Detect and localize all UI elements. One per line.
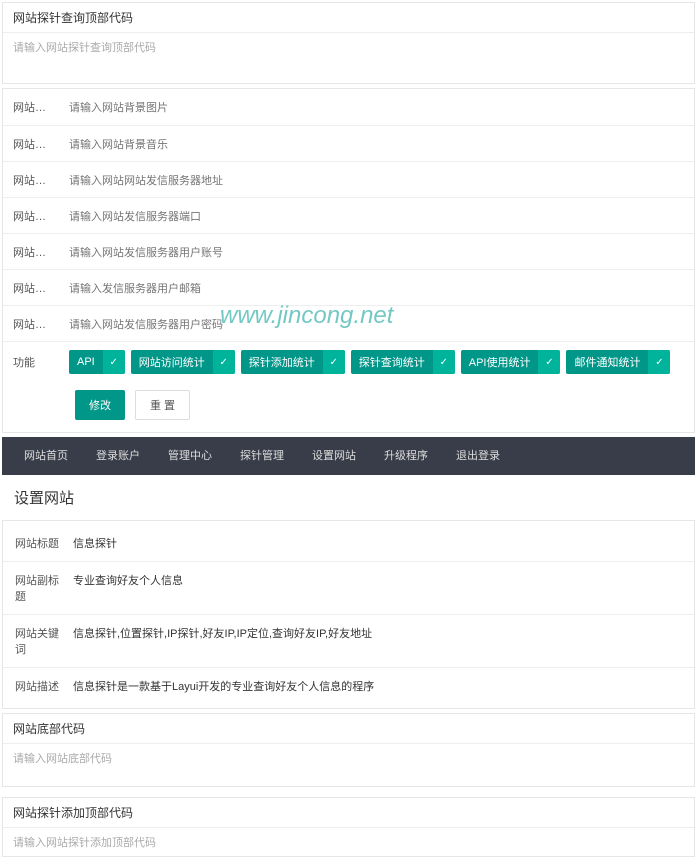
check-icon: ✓ [538,350,560,374]
site-info: 网站标题 信息探针 网站副标题 专业查询好友个人信息 网站关键词 信息探针,位置… [2,520,695,709]
section-title: 网站底部代码 [3,714,694,744]
section-title: 网站探针查询顶部代码 [3,3,694,33]
feature-api[interactable]: API✓ [69,350,125,374]
page-title: 设置网站 [0,477,697,518]
check-icon: ✓ [103,350,125,374]
feature-mail-notify-stats[interactable]: 邮件通知统计✓ [566,350,670,374]
feature-visit-stats[interactable]: 网站访问统计✓ [131,350,235,374]
site-keywords-label: 网站关键词 [3,625,73,657]
features-label: 功能 [3,346,61,378]
bg-music-input[interactable] [69,139,686,151]
site-subtitle-label: 网站副标题 [3,572,73,604]
navbar: 网站首页 登录账户 管理中心 探针管理 设置网站 升级程序 退出登录 [2,437,695,475]
send-user-input[interactable] [69,247,686,259]
send-mail-label: 网站发信... [3,272,61,304]
site-title-label: 网站标题 [3,535,73,551]
nav-probe[interactable]: 探针管理 [226,437,298,475]
bottom-code-section: 网站底部代码 请输入网站底部代码 [2,713,695,787]
submit-button[interactable]: 修改 [75,390,125,420]
send-server-input[interactable] [69,175,686,187]
nav-settings[interactable]: 设置网站 [298,437,370,475]
send-user-label: 网站发信... [3,236,61,268]
add-top-code-section: 网站探针添加顶部代码 请输入网站探针添加顶部代码 [2,797,695,857]
send-server-label: 网站发信... [3,164,61,196]
bg-music-label: 网站背景... [3,128,61,160]
check-icon: ✓ [433,350,455,374]
send-port-label: 网站发信... [3,200,61,232]
probe-top-code-section: 网站探针查询顶部代码 请输入网站探针查询顶部代码 [2,2,695,84]
send-port-input[interactable] [69,211,686,223]
feature-probe-add-stats[interactable]: 探针添加统计✓ [241,350,345,374]
reset-button[interactable]: 重 置 [135,390,190,420]
site-desc-value: 信息探针是一款基于Layui开发的专业查询好友个人信息的程序 [73,678,694,694]
nav-admin[interactable]: 管理中心 [154,437,226,475]
send-pwd-label: 网站发信... [3,308,61,340]
site-subtitle-value: 专业查询好友个人信息 [73,572,694,604]
nav-login[interactable]: 登录账户 [82,437,154,475]
add-top-code-placeholder[interactable]: 请输入网站探针添加顶部代码 [13,837,156,849]
bg-image-input[interactable] [69,102,686,114]
check-icon: ✓ [323,350,345,374]
site-title-value: 信息探针 [73,535,694,551]
send-mail-input[interactable] [69,283,686,295]
section-title: 网站探针添加顶部代码 [3,798,694,828]
feature-api-use-stats[interactable]: API使用统计✓ [461,350,561,374]
features-group: API✓ 网站访问统计✓ 探针添加统计✓ 探针查询统计✓ API使用统计✓ 邮件… [61,342,678,382]
site-desc-label: 网站描述 [3,678,73,694]
feature-probe-query-stats[interactable]: 探针查询统计✓ [351,350,455,374]
site-keywords-value: 信息探针,位置探针,IP探针,好友IP,IP定位,查询好友IP,好友地址 [73,625,694,657]
check-icon: ✓ [648,350,670,374]
probe-top-code-placeholder[interactable]: 请输入网站探针查询顶部代码 [13,42,156,54]
bg-image-label: 网站背景... [3,91,61,123]
nav-logout[interactable]: 退出登录 [442,437,514,475]
bottom-code-placeholder[interactable]: 请输入网站底部代码 [13,753,112,765]
settings-form: 网站背景... 网站背景... 网站发信... 网站发信... 网站发信... … [2,88,695,433]
nav-upgrade[interactable]: 升级程序 [370,437,442,475]
nav-home[interactable]: 网站首页 [10,437,82,475]
check-icon: ✓ [213,350,235,374]
send-pwd-input[interactable] [69,319,686,331]
